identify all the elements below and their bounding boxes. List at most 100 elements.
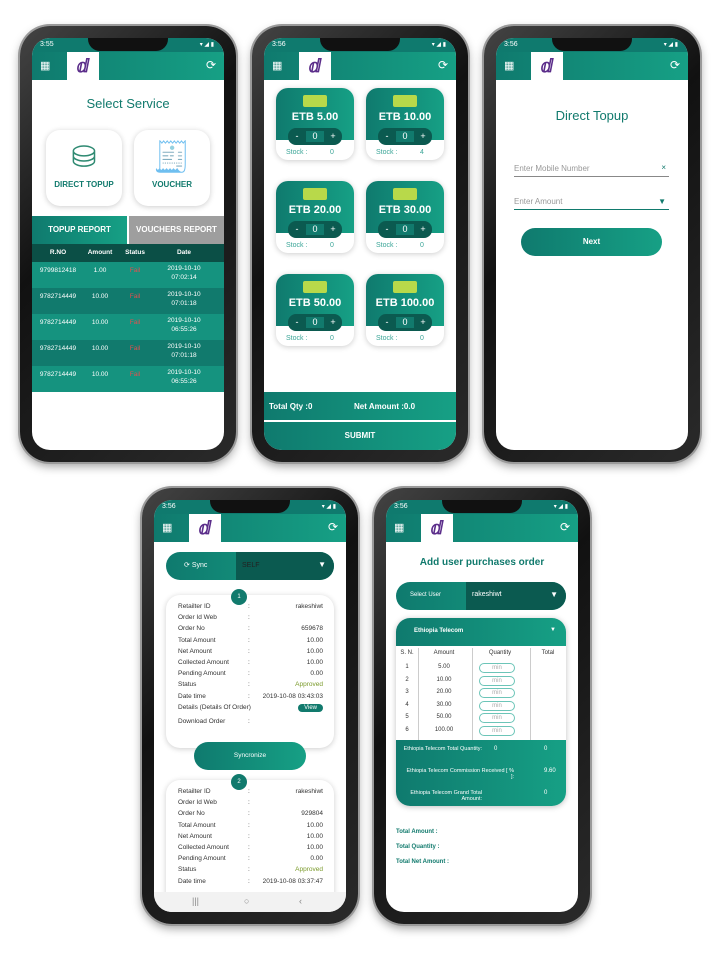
grid-icon[interactable]: ▦ [40, 59, 50, 72]
phone-voucher: 3:56 ▾ ◢ ▮ ▦ ⅆ ⟳ ETB 5.00-0 + Stock :0 ETB 10.… [252, 26, 468, 462]
operator-dropdown[interactable]: Ethiopia Telecom ▼ [396, 618, 566, 646]
order-field: Status: Approved [178, 681, 323, 692]
next-button[interactable]: Next [521, 228, 662, 256]
field-label: Order No [178, 625, 205, 633]
decrement-button[interactable]: - [288, 224, 306, 234]
decrement-button[interactable]: - [378, 131, 396, 141]
recents-icon[interactable]: ||| [192, 896, 199, 906]
direct-topup-button[interactable]: ⛁ DIRECT TOPUP [46, 130, 122, 206]
field-value: rakeshiwt [295, 788, 323, 795]
quantity-stepper[interactable]: -0 + [378, 314, 432, 331]
field-label: Status [178, 681, 197, 689]
quantity-stepper[interactable]: -0 + [288, 128, 342, 145]
app-header: ▦ ⅆ ⟳ [264, 52, 456, 80]
table-row: 5 50.00 min [396, 713, 566, 727]
syncronize-button[interactable]: Syncronize [194, 742, 306, 770]
select-user-bar[interactable]: Select User rakeshiwt ▼ [396, 582, 566, 610]
chevron-down-icon: ▼ [658, 197, 666, 206]
serial: 1 [405, 664, 409, 670]
quantity-input[interactable]: min [479, 713, 515, 723]
time: 07:01:18 [171, 352, 197, 359]
rno: 9782714449 [39, 371, 77, 378]
table-row[interactable]: 9782714449 10.00 Fail 2019-10-10 06:55:26 [32, 366, 224, 392]
service-label: VOUCHER [151, 180, 192, 189]
amount: 5.00 [438, 664, 450, 670]
quantity-stepper[interactable]: -0 + [288, 314, 342, 331]
field-label: Collected Amount [178, 844, 229, 851]
serial: 6 [405, 726, 409, 733]
quantity-input[interactable]: min [479, 700, 515, 711]
sync-bar: ⟳ Sync SELF ▼ [166, 552, 334, 580]
column-header: Quantity [488, 650, 512, 656]
order-field: Pending Amount: 0.00 [178, 670, 323, 681]
mobile-number-input[interactable]: Enter Mobile Number × [514, 163, 669, 177]
increment-button[interactable]: + [414, 131, 432, 141]
status: Fail [129, 345, 141, 352]
grid-icon[interactable]: ▦ [504, 59, 514, 72]
voucher-button[interactable]: 🧾 VOUCHER [134, 130, 210, 206]
summary-label: Ethiopia Telecom Total Quantity: [403, 746, 482, 752]
stock-label: Stock : [286, 335, 308, 342]
amount-dropdown[interactable]: Enter Amount ▼ [514, 197, 669, 210]
order-field: Total Amount: 10.00 [178, 637, 323, 648]
decrement-button[interactable]: - [378, 317, 396, 327]
refresh-icon[interactable]: ⟳ [560, 520, 570, 534]
voucher-card-icon [393, 281, 417, 293]
separator: : [248, 821, 250, 829]
decrement-button[interactable]: - [288, 131, 306, 141]
quantity-stepper[interactable]: -0 + [378, 221, 432, 238]
table-row[interactable]: 9782714449 10.00 Fail 2019-10-10 07:01:18 [32, 340, 224, 366]
increment-button[interactable]: + [414, 317, 432, 327]
voucher-amount: ETB 20.00 [288, 204, 342, 216]
column-divider [472, 648, 473, 740]
field-value: 10.00 [306, 832, 323, 840]
decrement-button[interactable]: - [288, 317, 306, 327]
sync-button[interactable]: ⟳ Sync [184, 561, 207, 569]
back-icon[interactable]: ‹ [299, 896, 302, 906]
app-header: ▦ ⅆ ⟳ [32, 52, 224, 80]
submit-button[interactable]: SUBMIT [264, 422, 456, 450]
field-value: 2019-10-08 03:43:03 [262, 692, 323, 700]
grid-icon[interactable]: ▦ [394, 521, 404, 534]
summary-panel: Ethiopia Telecom Total Quantity: 0 0 Ethiop… [396, 740, 566, 806]
quantity-input[interactable]: min [479, 675, 515, 686]
col-date: Date [176, 249, 192, 256]
field-label: Details (Details Of Order) [178, 703, 251, 711]
field-label: Order No [178, 810, 205, 818]
order-card: Retailter ID: rakeshiwt Order Id Web: Order… [166, 595, 334, 748]
table-row[interactable]: 9782714449 10.00 Fail 2019-10-10 06:55:26 [32, 314, 224, 340]
increment-button[interactable]: + [324, 317, 342, 327]
amount: 10.00 [91, 293, 109, 300]
field-label: Order Id Web [178, 799, 217, 807]
home-icon[interactable]: ○ [244, 896, 249, 906]
quantity-input[interactable]: min [479, 663, 515, 673]
grid-icon[interactable]: ▦ [272, 59, 282, 72]
grid-icon[interactable]: ▦ [162, 521, 172, 534]
tab-vouchers-report[interactable]: VOUCHERS REPORT [129, 216, 224, 244]
view-button[interactable]: View [298, 703, 323, 712]
decrement-button[interactable]: - [378, 224, 396, 234]
column-divider [530, 648, 531, 740]
android-nav-bar: ||| ○ ‹ [154, 892, 346, 912]
refresh-icon[interactable]: ⟳ [206, 58, 216, 72]
refresh-icon[interactable]: ⟳ [670, 58, 680, 72]
increment-button[interactable]: + [324, 224, 342, 234]
order-field: Collected Amount: 10.00 [178, 659, 323, 670]
user-select[interactable]: SELF ▼ [236, 552, 334, 580]
table-row[interactable]: 9799812418 1.00 Fail 2019-10-10 07:02:14 [32, 262, 224, 288]
refresh-icon[interactable]: ⟳ [438, 58, 448, 72]
refresh-icon[interactable]: ⟳ [328, 520, 338, 534]
increment-button[interactable]: + [414, 224, 432, 234]
stock-value: 0 [330, 335, 334, 342]
tab-topup-report[interactable]: TOPUP REPORT [32, 216, 127, 244]
field-label: Total Amount [178, 636, 216, 644]
stock-label: Stock : [376, 335, 398, 342]
quantity-stepper[interactable]: -0 + [378, 128, 432, 145]
quantity-input[interactable]: min [479, 688, 515, 698]
quantity-input[interactable]: min [479, 725, 515, 736]
quantity-stepper[interactable]: -0 + [288, 221, 342, 238]
logo: ⅆ [299, 52, 331, 80]
table-row[interactable]: 9782714449 10.00 Fail 2019-10-10 07:01:18 [32, 288, 224, 314]
clear-icon[interactable]: × [661, 163, 666, 172]
increment-button[interactable]: + [324, 131, 342, 141]
